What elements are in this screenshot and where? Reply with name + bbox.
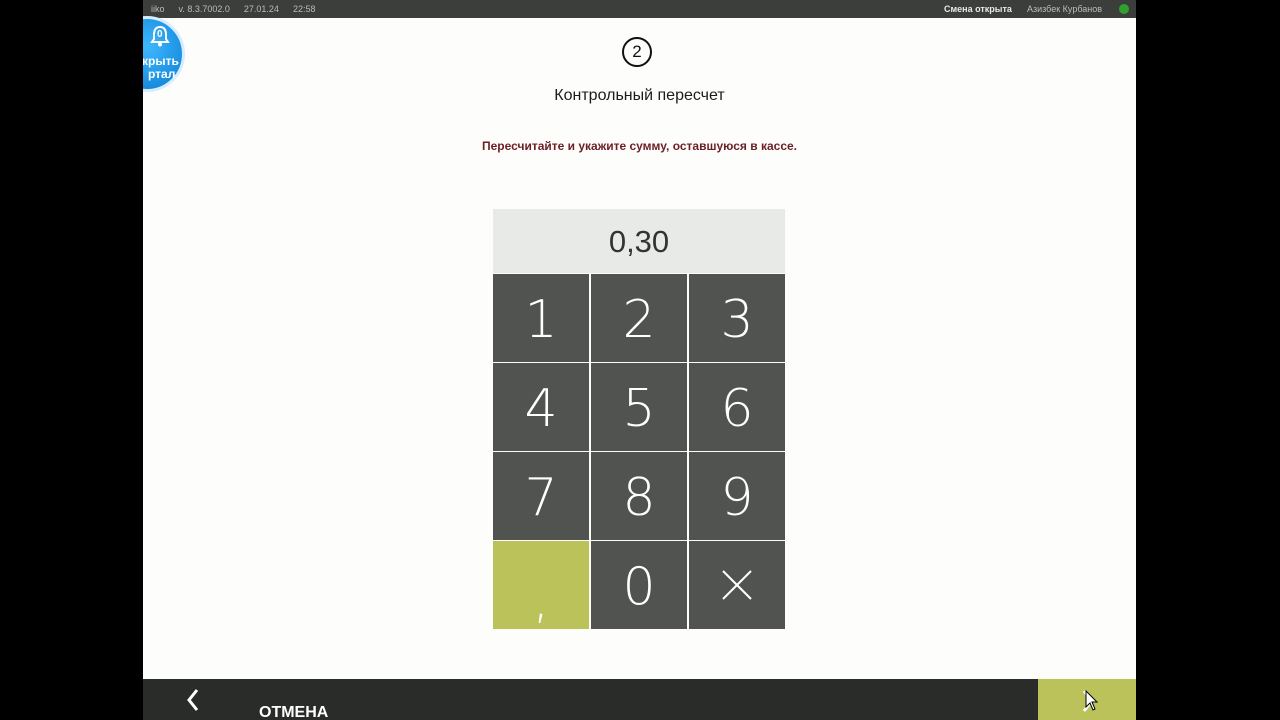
clear-key[interactable] [689,541,785,629]
key-0[interactable]: 0 [591,541,687,629]
key-3[interactable]: 3 [689,274,785,362]
key-7[interactable]: 7 [493,452,589,540]
mouse-cursor-icon [1085,690,1099,711]
key-2[interactable]: 2 [591,274,687,362]
user-name[interactable]: Азизбек Курбанов [1027,0,1102,18]
bottom-bar: ОТМЕНА [143,679,1136,720]
key-comma[interactable]: , [493,541,589,630]
current-time: 22:58 [292,4,316,14]
shift-status[interactable]: Смена открыта [944,0,1012,18]
key-8[interactable]: 8 [591,452,687,540]
app-name: iiko [151,4,165,14]
back-button[interactable] [179,679,207,720]
key-1[interactable]: 1 [493,274,589,362]
status-bar: iiko v. 8.3.7002.0 27.01.24 22:58 Смена отк… [143,0,1136,18]
portal-label-line2: ртал [148,67,176,81]
step-number: 2 [622,37,652,67]
connection-status-indicator [1119,4,1129,14]
key-4[interactable]: 4 [493,363,589,451]
current-date: 27.01.24 [243,4,279,14]
instruction-text: Пересчитайте и укажите сумму, оставшуюся… [481,139,798,153]
notification-count: 0 [157,29,163,40]
amount-display[interactable]: 0,30 [493,209,785,273]
key-5[interactable]: 5 [591,363,687,451]
open-portal-button[interactable]: 0 крыть ртал [143,16,185,92]
app-version: v. 8.3.7002.0 [178,4,230,14]
key-6[interactable]: 6 [689,363,785,451]
chevron-left-icon [187,689,199,711]
key-9[interactable]: 9 [689,452,785,540]
main-screen: iiko v. 8.3.7002.0 27.01.24 22:58 Смена отк… [143,0,1136,720]
close-x-icon [722,570,752,600]
page-title: Контрольный пересчет [554,87,725,104]
cancel-button[interactable]: ОТМЕНА [259,704,328,720]
